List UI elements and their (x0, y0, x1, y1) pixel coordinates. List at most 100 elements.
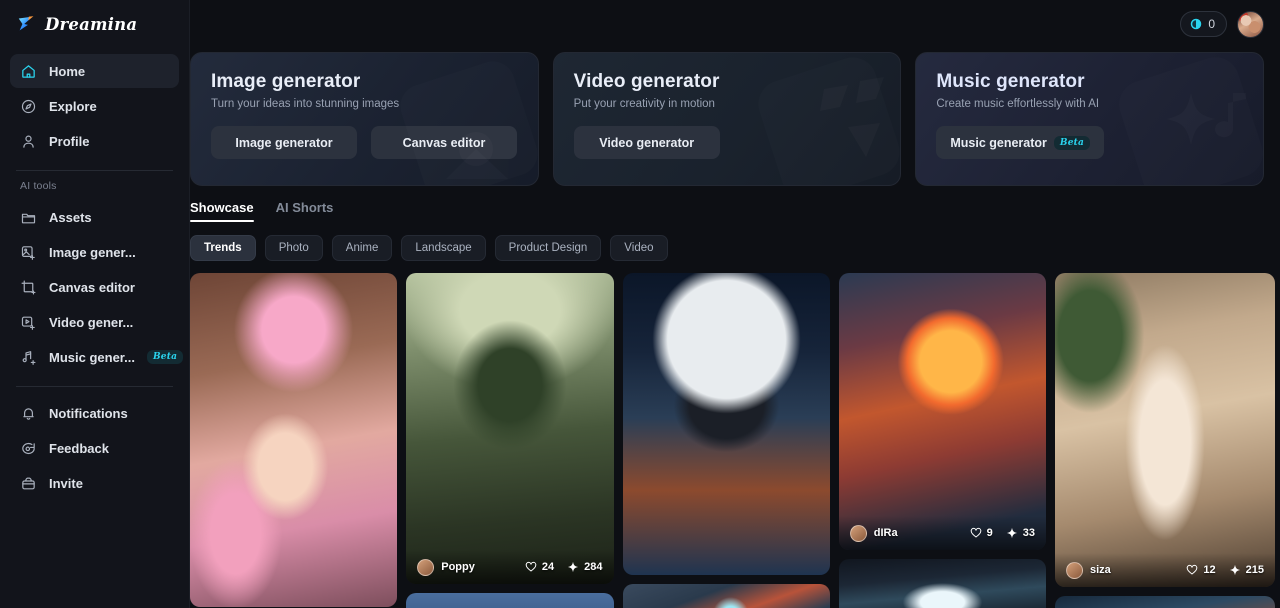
sidebar-divider-bottom (16, 386, 173, 387)
sidebar-music-beta-badge: Beta (146, 350, 184, 364)
gallery-card[interactable]: siza 12 215 (1055, 273, 1276, 587)
user-avatar[interactable] (1237, 10, 1264, 38)
like-stat[interactable]: 12 (1186, 564, 1216, 576)
sparkle-icon (1229, 564, 1241, 576)
main-content: 0 Image generator Turn your ideas into s… (190, 0, 1280, 608)
sidebar-item-home[interactable]: Home (10, 54, 179, 88)
gallery-card[interactable]: dIRa 9 33 (838, 273, 1046, 550)
gallery-column: siza 12 215 (1055, 273, 1276, 608)
credit-coin-icon (1189, 17, 1203, 31)
dreamina-logo-icon (16, 13, 38, 35)
gallery-card-meta: dIRa 9 33 (838, 516, 1046, 550)
chip-video[interactable]: Video (610, 235, 668, 261)
heart-icon (970, 527, 982, 539)
topbar: 0 (190, 0, 1280, 48)
music-generator-button[interactable]: Music generator Beta (936, 126, 1105, 159)
sidebar-item-invite-label: Invite (49, 475, 83, 491)
tab-showcase[interactable]: Showcase (190, 200, 254, 222)
filter-chips: Trends Photo Anime Landscape Product Des… (190, 235, 1280, 261)
gallery-card-stats: 12 215 (1186, 564, 1264, 576)
image-generator-button[interactable]: Image generator (211, 126, 357, 159)
sidebar-item-notifications-label: Notifications (49, 405, 128, 421)
spark-stat[interactable]: 284 (567, 561, 603, 573)
sidebar-item-explore-label: Explore (49, 98, 97, 114)
app-root: Dreamina Home Explore Profile AI tools A… (0, 0, 1280, 608)
spark-count: 215 (1245, 564, 1265, 576)
credits-badge[interactable]: 0 (1180, 11, 1227, 37)
sidebar-section-label: AI tools (20, 180, 57, 192)
sidebar-item-feedback-label: Feedback (49, 440, 109, 456)
canvas-icon (20, 279, 37, 296)
user-icon (20, 133, 37, 150)
sparkle-icon (567, 561, 579, 573)
sidebar-divider-top (16, 170, 173, 171)
brand-name: Dreamina (45, 14, 138, 34)
sidebar-item-profile-label: Profile (49, 133, 90, 149)
chip-photo[interactable]: Photo (264, 235, 323, 261)
hero-card-video-generator[interactable]: Video generator Put your creativity in m… (552, 52, 902, 186)
sidebar-item-assets[interactable]: Assets (10, 200, 179, 234)
sidebar-item-music-generator-label: Music gener... (49, 349, 135, 365)
image-card-decoration-icon (358, 53, 538, 185)
gallery-card-meta: Poppy 24 284 (406, 550, 614, 584)
sidebar-item-image-generator[interactable]: Image gener... (10, 235, 179, 269)
like-stat[interactable]: 24 (525, 561, 554, 573)
spark-count: 33 (1022, 527, 1035, 539)
gallery-card-stats: 24 284 (525, 561, 603, 573)
sidebar-item-video-generator[interactable]: Video gener... (10, 305, 179, 339)
credits-value: 0 (1208, 17, 1215, 31)
gallery-card[interactable] (838, 559, 1046, 608)
sparkle-icon (1006, 527, 1018, 539)
gallery-card[interactable]: Poppy 24 284 (406, 273, 614, 584)
sidebar-item-video-generator-label: Video gener... (49, 314, 134, 330)
avatar (1066, 561, 1083, 579)
spark-count: 284 (584, 561, 603, 573)
gallery-card-username: dIRa (873, 527, 898, 539)
gallery-card-username: Poppy (441, 561, 475, 573)
sidebar-item-feedback[interactable]: Feedback (10, 431, 179, 465)
heart-icon (525, 561, 537, 573)
heart-icon (1186, 564, 1198, 576)
chip-product-design[interactable]: Product Design (494, 235, 602, 261)
gallery-card[interactable] (190, 273, 398, 607)
gallery-column: dIRa 9 33 (838, 273, 1046, 608)
chip-landscape[interactable]: Landscape (401, 235, 486, 261)
video-plus-icon (20, 314, 37, 331)
sidebar-item-music-generator[interactable]: Music gener... Beta (10, 340, 184, 374)
folder-icon (20, 209, 37, 226)
sidebar-item-canvas-editor[interactable]: Canvas editor (10, 270, 179, 304)
gallery-card[interactable] (1055, 596, 1276, 608)
gallery-card[interactable] (406, 593, 614, 608)
sidebar-item-explore[interactable]: Explore (10, 89, 179, 123)
gallery-column (622, 273, 830, 608)
spark-stat[interactable]: 33 (1006, 527, 1035, 539)
avatar (849, 524, 867, 542)
chip-trends[interactable]: Trends (190, 235, 256, 261)
gallery-column (190, 273, 398, 608)
spark-stat[interactable]: 215 (1229, 564, 1264, 576)
hero-card-music-generator[interactable]: Music generator Create music effortlessl… (915, 52, 1265, 186)
sidebar-item-notifications[interactable]: Notifications (10, 396, 179, 430)
brand-logo[interactable]: Dreamina (10, 0, 179, 48)
music-plus-icon (20, 349, 37, 366)
like-stat[interactable]: 9 (970, 527, 993, 539)
sidebar-item-image-generator-label: Image gener... (49, 244, 136, 260)
gallery-card-meta: siza 12 215 (1055, 553, 1276, 587)
tab-ai-shorts[interactable]: AI Shorts (276, 200, 334, 222)
gallery-column: Poppy 24 284 (406, 273, 614, 608)
gallery-card[interactable] (622, 584, 830, 608)
video-generator-button[interactable]: Video generator (573, 126, 720, 159)
sidebar: Dreamina Home Explore Profile AI tools A… (0, 0, 190, 608)
video-card-decoration-icon (720, 53, 900, 185)
gift-icon (20, 475, 37, 492)
gallery-card[interactable] (622, 273, 830, 575)
chip-anime[interactable]: Anime (331, 235, 393, 261)
sidebar-item-assets-label: Assets (49, 209, 92, 225)
music-generator-button-label: Music generator (950, 135, 1047, 150)
sidebar-item-profile[interactable]: Profile (10, 124, 179, 158)
hero-card-image-generator[interactable]: Image generator Turn your ideas into stu… (190, 52, 539, 186)
image-plus-icon (20, 244, 37, 261)
chat-icon (20, 440, 37, 457)
bell-icon (20, 405, 37, 422)
sidebar-item-invite[interactable]: Invite (10, 466, 179, 500)
